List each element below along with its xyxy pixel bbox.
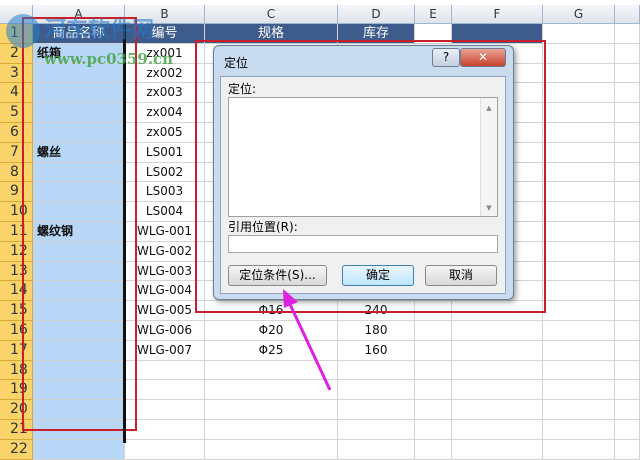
annotation-arrow — [283, 289, 332, 391]
